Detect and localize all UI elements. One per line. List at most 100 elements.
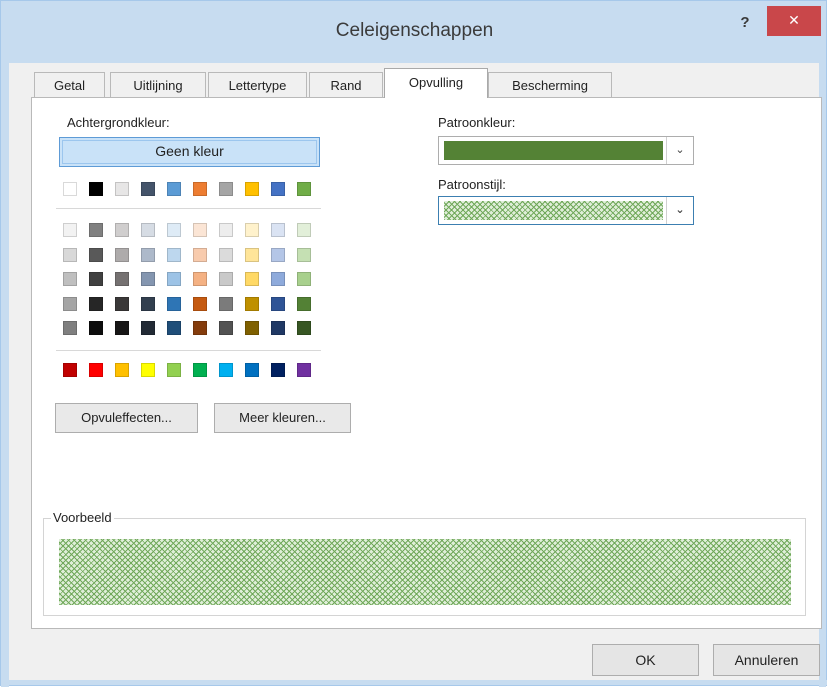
color-swatch[interactable] xyxy=(63,248,77,262)
ok-button[interactable]: OK xyxy=(592,644,699,676)
tab-font[interactable]: Lettertype xyxy=(208,72,307,97)
color-swatch[interactable] xyxy=(297,297,311,311)
color-swatch[interactable] xyxy=(271,248,285,262)
pattern-color-dropdown[interactable]: ⌄ xyxy=(438,136,694,165)
color-swatch[interactable] xyxy=(245,297,259,311)
color-swatch[interactable] xyxy=(219,182,233,196)
dialog-title: Celeigenschappen xyxy=(335,20,494,41)
color-swatch[interactable] xyxy=(193,272,207,286)
color-swatch[interactable] xyxy=(115,272,129,286)
close-icon: ✕ xyxy=(788,12,800,28)
color-swatch[interactable] xyxy=(89,182,103,196)
color-swatch[interactable] xyxy=(115,182,129,196)
color-swatch[interactable] xyxy=(167,182,181,196)
color-swatch[interactable] xyxy=(297,223,311,237)
color-swatch[interactable] xyxy=(167,297,181,311)
color-swatch[interactable] xyxy=(245,223,259,237)
color-swatch[interactable] xyxy=(271,297,285,311)
color-swatch[interactable] xyxy=(141,321,155,335)
preview-box xyxy=(59,539,791,605)
tab-fill[interactable]: Opvulling xyxy=(384,68,488,98)
color-swatch[interactable] xyxy=(193,321,207,335)
close-button[interactable]: ✕ xyxy=(767,6,821,36)
color-swatch[interactable] xyxy=(141,297,155,311)
color-swatch[interactable] xyxy=(271,363,285,377)
tab-protection[interactable]: Bescherming xyxy=(488,72,612,97)
color-swatch[interactable] xyxy=(89,223,103,237)
color-swatch[interactable] xyxy=(245,272,259,286)
color-swatch[interactable] xyxy=(297,248,311,262)
tab-number[interactable]: Getal xyxy=(34,72,105,97)
color-swatch[interactable] xyxy=(141,272,155,286)
color-swatch[interactable] xyxy=(141,223,155,237)
color-swatch[interactable] xyxy=(63,272,77,286)
color-swatch[interactable] xyxy=(141,363,155,377)
palette-separator xyxy=(56,208,321,209)
color-swatch[interactable] xyxy=(297,363,311,377)
help-icon[interactable]: ? xyxy=(729,12,761,36)
color-swatch[interactable] xyxy=(219,297,233,311)
color-swatch[interactable] xyxy=(219,363,233,377)
more-colors-button[interactable]: Meer kleuren... xyxy=(214,403,351,433)
color-swatch[interactable] xyxy=(193,223,207,237)
color-swatch[interactable] xyxy=(141,182,155,196)
color-swatch[interactable] xyxy=(245,363,259,377)
color-swatch[interactable] xyxy=(245,182,259,196)
color-swatch[interactable] xyxy=(63,297,77,311)
color-swatch[interactable] xyxy=(167,321,181,335)
color-swatch[interactable] xyxy=(271,182,285,196)
color-swatch[interactable] xyxy=(219,321,233,335)
color-swatch[interactable] xyxy=(115,363,129,377)
color-swatch[interactable] xyxy=(193,363,207,377)
color-swatch[interactable] xyxy=(297,321,311,335)
no-color-button[interactable]: Geen kleur xyxy=(59,137,320,167)
color-swatch[interactable] xyxy=(63,363,77,377)
color-swatch[interactable] xyxy=(63,223,77,237)
chevron-down-icon[interactable]: ⌄ xyxy=(666,137,693,164)
color-swatch[interactable] xyxy=(245,321,259,335)
chevron-down-icon[interactable]: ⌄ xyxy=(666,197,693,224)
color-swatch[interactable] xyxy=(89,321,103,335)
color-swatch[interactable] xyxy=(63,321,77,335)
color-swatch[interactable] xyxy=(245,248,259,262)
color-swatch[interactable] xyxy=(297,272,311,286)
color-swatch[interactable] xyxy=(193,297,207,311)
tab-border[interactable]: Rand xyxy=(309,72,383,97)
color-swatch[interactable] xyxy=(89,297,103,311)
color-swatch[interactable] xyxy=(167,223,181,237)
color-swatch[interactable] xyxy=(219,248,233,262)
color-swatch[interactable] xyxy=(167,248,181,262)
color-swatch[interactable] xyxy=(115,297,129,311)
color-swatch[interactable] xyxy=(63,182,77,196)
pattern-style-dropdown[interactable]: ⌄ xyxy=(438,196,694,225)
pattern-color-swatch xyxy=(444,141,663,160)
pattern-color-label: Patroonkleur: xyxy=(438,115,516,130)
color-swatch[interactable] xyxy=(115,321,129,335)
color-swatch[interactable] xyxy=(89,363,103,377)
preview-label: Voorbeeld xyxy=(51,510,114,525)
pattern-style-swatch xyxy=(444,201,663,220)
color-swatch[interactable] xyxy=(115,248,129,262)
fill-effects-button[interactable]: Opvuleffecten... xyxy=(55,403,198,433)
cell-properties-dialog: Celeigenschappen ? ✕ Getal Uitlijning Le… xyxy=(0,0,827,687)
color-swatch[interactable] xyxy=(167,363,181,377)
window-frame-bottom xyxy=(1,680,827,685)
color-swatch[interactable] xyxy=(167,272,181,286)
color-swatch[interactable] xyxy=(193,182,207,196)
palette-separator xyxy=(56,350,321,351)
color-swatch[interactable] xyxy=(141,248,155,262)
color-swatch[interactable] xyxy=(89,272,103,286)
color-swatch[interactable] xyxy=(89,248,103,262)
color-swatch[interactable] xyxy=(271,223,285,237)
pattern-style-label: Patroonstijl: xyxy=(438,177,506,192)
color-swatch[interactable] xyxy=(271,272,285,286)
tab-alignment[interactable]: Uitlijning xyxy=(110,72,206,97)
color-swatch[interactable] xyxy=(271,321,285,335)
window-frame-left xyxy=(1,63,9,687)
color-swatch[interactable] xyxy=(219,223,233,237)
color-swatch[interactable] xyxy=(219,272,233,286)
cancel-button[interactable]: Annuleren xyxy=(713,644,820,676)
color-swatch[interactable] xyxy=(297,182,311,196)
color-swatch[interactable] xyxy=(115,223,129,237)
color-swatch[interactable] xyxy=(193,248,207,262)
